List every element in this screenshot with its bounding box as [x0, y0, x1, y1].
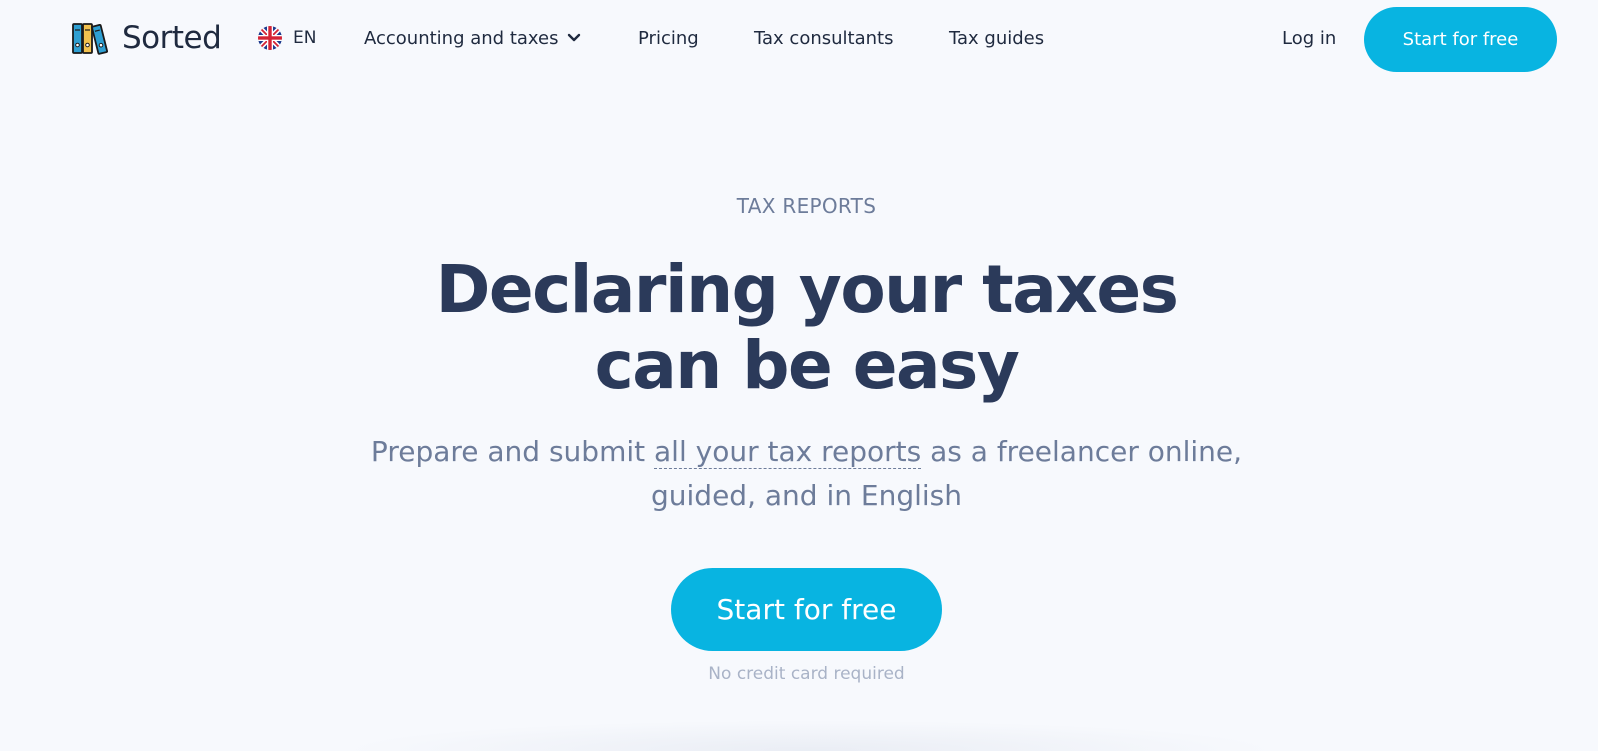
language-label: EN — [293, 28, 317, 48]
nav-label: Tax consultants — [754, 27, 894, 49]
subheadline-text: as a freelancer online, — [921, 435, 1243, 468]
tax-reports-link[interactable]: all your tax reports — [654, 435, 922, 469]
brand-logo-link[interactable]: Sorted — [72, 18, 222, 58]
hero-headline: Declaring your taxes can be easy — [0, 252, 1598, 404]
hero-subheadline: Prepare and submit all your tax reports … — [0, 430, 1598, 518]
login-link[interactable]: Log in — [1282, 24, 1336, 52]
subheadline-text: Prepare and submit — [370, 435, 655, 468]
language-selector[interactable]: EN — [258, 24, 316, 52]
hero-start-for-free-button[interactable]: Start for free — [671, 568, 942, 651]
uk-flag-icon — [258, 26, 282, 50]
nav-label: Accounting and taxes — [364, 27, 559, 49]
nav-label: Pricing — [638, 27, 699, 49]
headline-line-1: Declaring your taxes — [435, 251, 1179, 328]
no-credit-card-note: No credit card required — [708, 664, 905, 684]
page: Sorted EN Accounting and taxes Pricing T… — [0, 0, 1598, 751]
chevron-down-icon — [568, 33, 581, 42]
headline-line-2: can be easy — [594, 327, 1020, 404]
brand-name: Sorted — [122, 20, 222, 56]
hero-eyebrow: TAX REPORTS — [736, 194, 877, 218]
binders-logo-icon — [72, 23, 108, 55]
subheadline-text: guided, and in English — [651, 479, 962, 512]
nav-tax-guides[interactable]: Tax guides — [949, 24, 1044, 52]
nav-label: Tax guides — [949, 27, 1045, 49]
nav-tax-consultants[interactable]: Tax consultants — [754, 24, 893, 52]
site-header: Sorted EN Accounting and taxes Pricing T… — [0, 0, 1598, 78]
nav-accounting-and-taxes[interactable]: Accounting and taxes — [364, 24, 581, 52]
nav-pricing[interactable]: Pricing — [638, 24, 699, 52]
header-start-for-free-button[interactable]: Start for free — [1364, 7, 1557, 72]
preview-card-shadow — [340, 720, 1280, 751]
